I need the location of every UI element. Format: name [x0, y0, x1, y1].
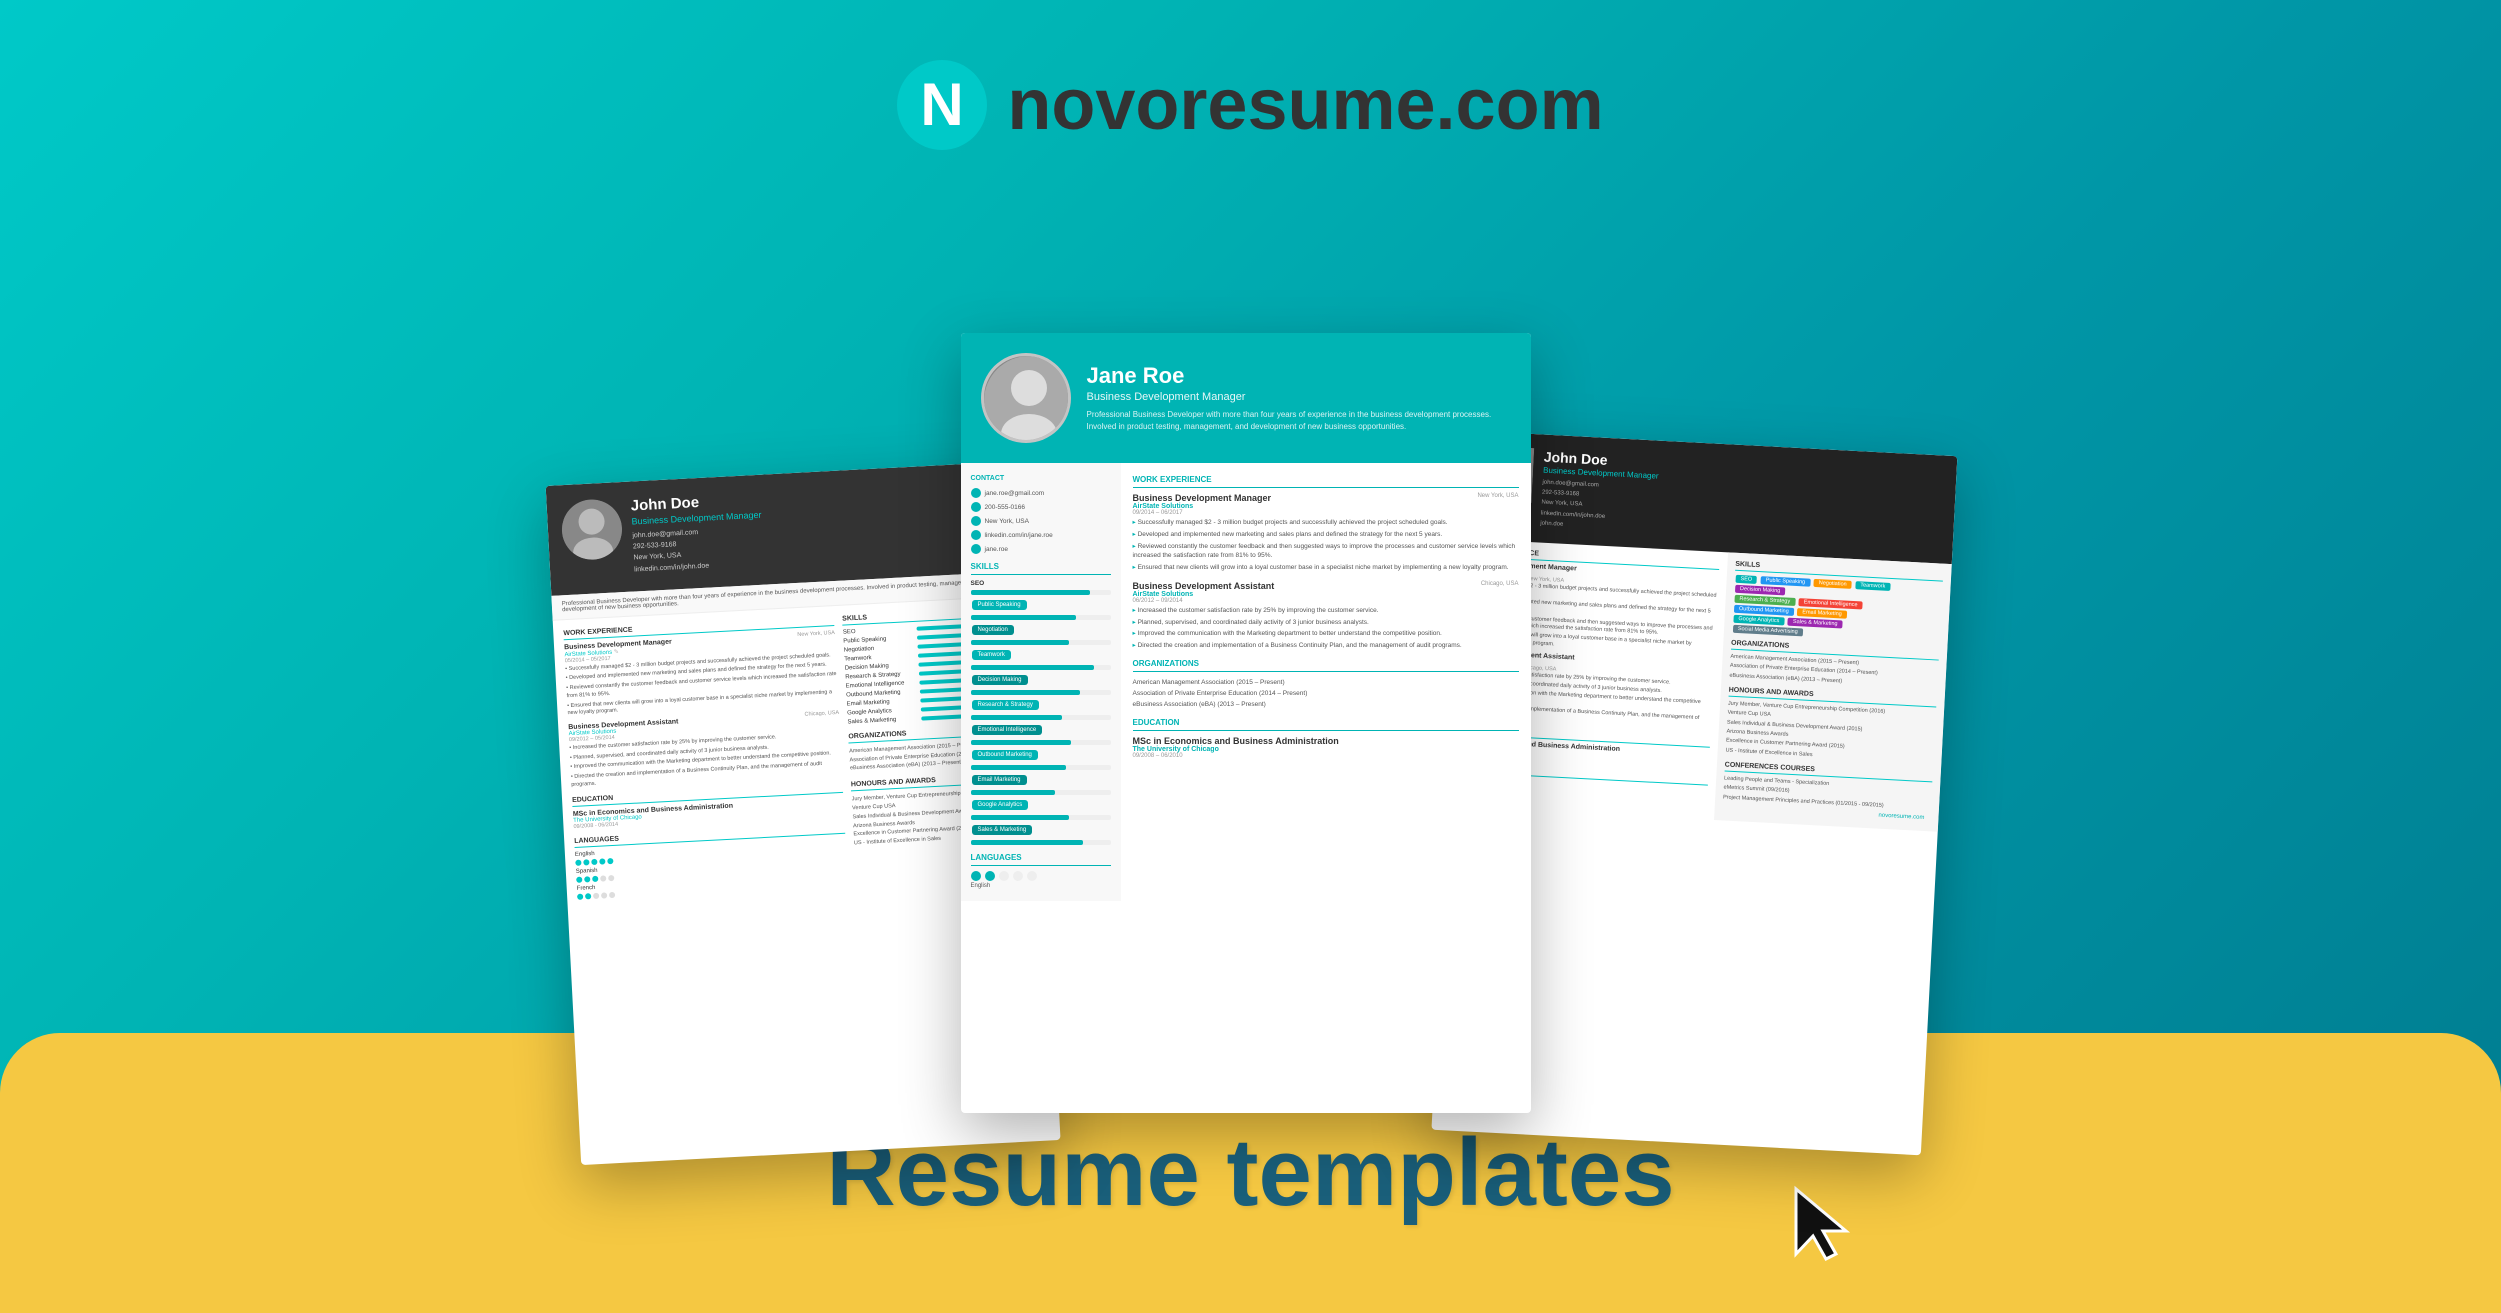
center-avatar — [981, 353, 1071, 443]
center-languages — [971, 871, 1111, 881]
center-contact-heading: CONTACT — [971, 475, 1111, 482]
left-header-info: John Doe Business Development Manager jo… — [630, 491, 764, 575]
left-main: WORK EXPERIENCE Business Development Man… — [563, 616, 848, 903]
right-header-info: John Doe Business Development Manager jo… — [1540, 449, 1660, 535]
center-education: MSc in Economics and Business Administra… — [1133, 736, 1519, 759]
center-edu-title: EDUCATION — [1133, 718, 1519, 731]
center-organizations: American Management Association (2015 – … — [1133, 677, 1519, 710]
center-linkedin: linkedin.com/in/jane.roe — [971, 530, 1111, 540]
center-job-1: Business Development ManagerNew York, US… — [1133, 493, 1519, 573]
svg-text:N: N — [921, 71, 964, 138]
header: N novoresume.com — [0, 0, 2501, 190]
right-contact: john.doe@gmail.com 292-533-9168 New York… — [1540, 478, 1658, 535]
left-avatar — [560, 498, 623, 561]
cursor-icon — [1791, 1184, 1851, 1283]
logo-container: N novoresume.com — [0, 60, 2501, 150]
center-name: Jane Roe — [1087, 363, 1511, 389]
logo-text: novoresume.com — [1007, 64, 1603, 146]
center-orgs-title: ORGANIZATIONS — [1133, 659, 1519, 672]
center-header-info: Jane Roe Business Development Manager Pr… — [1087, 363, 1511, 433]
left-languages: English Spanish French — [574, 838, 847, 900]
center-work-title: WORK EXPERIENCE — [1133, 475, 1519, 488]
center-languages-title: LANGUAGES — [971, 853, 1111, 866]
center-job-2: Business Development AssistantChicago, U… — [1133, 581, 1519, 651]
right-honours: Jury Member, Venture Cup Entrepreneurshi… — [1725, 700, 1936, 767]
resume-card-center: Jane Roe Business Development Manager Pr… — [961, 333, 1531, 1113]
center-summary: Professional Business Developer with mor… — [1087, 409, 1511, 433]
center-header: Jane Roe Business Development Manager Pr… — [961, 333, 1531, 463]
center-title: Business Development Manager — [1087, 391, 1511, 403]
center-body: CONTACT jane.roe@gmail.com 200-555-0166 … — [961, 463, 1531, 901]
left-job-1: Business Development ManagerNew York, US… — [563, 630, 838, 718]
center-skills-title: SKILLS — [971, 562, 1111, 575]
center-phone: 200-555-0166 — [971, 502, 1111, 512]
left-contact: john.doe@gmail.com 292-533-9168 New York… — [632, 524, 764, 575]
center-sidebar: CONTACT jane.roe@gmail.com 200-555-0166 … — [961, 463, 1121, 901]
center-skills-list: SEO Public Speaking Negotiation Teamwork — [971, 580, 1111, 845]
center-main: WORK EXPERIENCE Business Development Man… — [1121, 463, 1531, 901]
right-sidebar: SKILLS SEO Public Speaking Negotiation T… — [1713, 552, 1951, 831]
center-location: New York, USA — [971, 516, 1111, 526]
left-job-2: Business Development AssistantChicago, U… — [568, 710, 842, 790]
center-email: jane.roe@gmail.com — [971, 488, 1111, 498]
right-skills-tags: SEO Public Speaking Negotiation Teamwork… — [1731, 574, 1942, 645]
resume-cards-container: John Doe Business Development Manager jo… — [351, 333, 2151, 1113]
novoresume-logo-icon: N — [897, 60, 987, 150]
center-github: jane.roe — [971, 544, 1111, 554]
